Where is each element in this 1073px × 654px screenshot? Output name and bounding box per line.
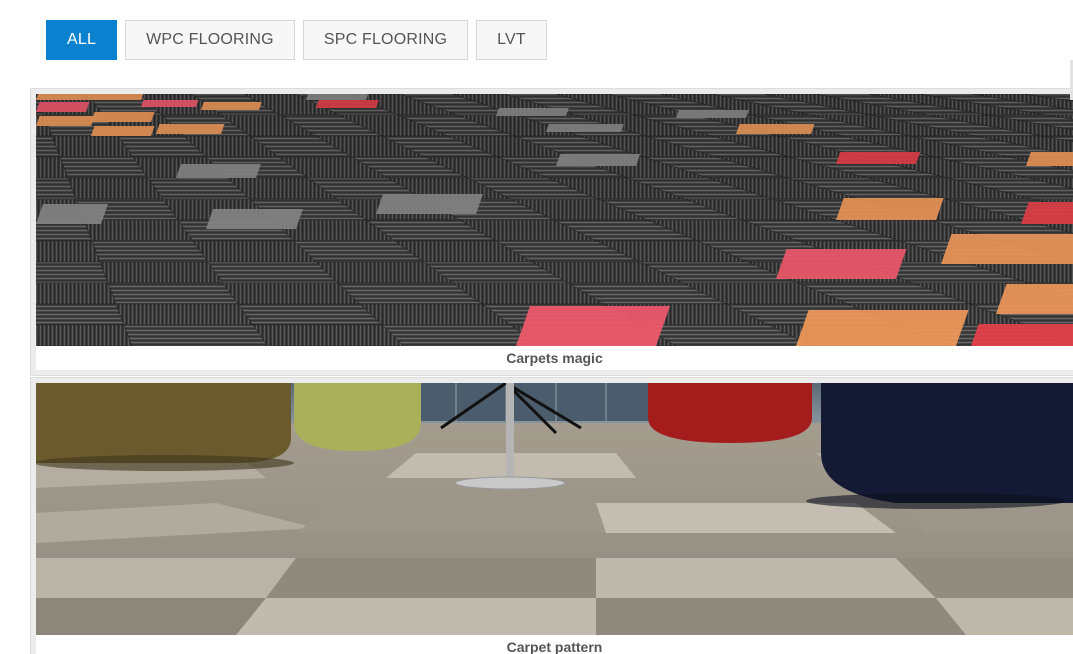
filter-lvt-button[interactable]: LVT xyxy=(476,20,547,60)
carpet-tile-photo[interactable] xyxy=(36,94,1073,346)
gallery-card[interactable]: Carpet pattern xyxy=(30,377,1073,654)
gallery-caption: Carpets magic xyxy=(506,350,603,366)
carpet-pattern-photo[interactable] xyxy=(36,383,1073,635)
gallery-grid: Carpets magic Carpet pattern xyxy=(30,88,1073,654)
category-filter-bar: ALL WPC FLOORING SPC FLOORING LVT xyxy=(46,20,547,60)
product-gallery-page: ALL WPC FLOORING SPC FLOORING LVT Carpet… xyxy=(0,0,1073,654)
filter-wpc-flooring-button[interactable]: WPC FLOORING xyxy=(125,20,295,60)
carpet-tile-image xyxy=(36,94,1073,346)
carpet-pattern-image xyxy=(36,383,1073,635)
gallery-caption: Carpet pattern xyxy=(506,639,603,654)
gallery-card[interactable]: Carpets magic xyxy=(30,88,1073,376)
filter-all-button[interactable]: ALL xyxy=(46,20,118,60)
filter-spc-flooring-button[interactable]: SPC FLOORING xyxy=(302,20,469,60)
